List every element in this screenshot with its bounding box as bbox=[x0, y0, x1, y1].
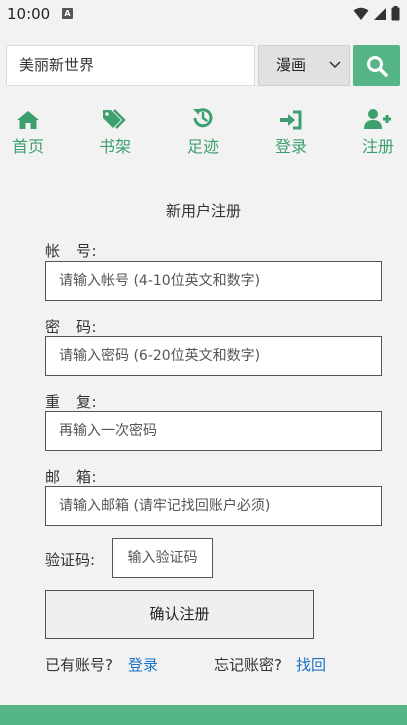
main-nav: 首页 书架 足迹 登录 注册 bbox=[0, 106, 407, 156]
tags-icon bbox=[103, 109, 126, 129]
account-label: 帐 号: bbox=[45, 242, 98, 260]
register-button[interactable]: 确认注册 bbox=[45, 590, 314, 639]
have-account-text: 已有账号? bbox=[45, 656, 113, 674]
repeat-password-label: 重 复: bbox=[45, 393, 98, 411]
search-button[interactable] bbox=[353, 45, 400, 86]
category-select-value: 漫画 bbox=[276, 56, 307, 74]
nav-item-bookshelf[interactable]: 书架 bbox=[90, 106, 140, 156]
category-select[interactable]: 漫画 bbox=[258, 45, 350, 86]
password-field[interactable]: 请输入密码 (6-20位英文和数字) bbox=[45, 336, 382, 376]
user-plus-icon bbox=[364, 109, 391, 129]
search-bar: 美丽新世界 漫画 bbox=[6, 45, 400, 86]
nav-item-home[interactable]: 首页 bbox=[3, 106, 53, 156]
repeat-password-field[interactable]: 再输入一次密码 bbox=[45, 411, 382, 451]
nav-label: 登录 bbox=[274, 137, 307, 156]
status-bar: 10:00 A bbox=[0, 0, 407, 28]
captcha-label: 验证码: bbox=[45, 551, 96, 569]
status-time: 10:00 bbox=[7, 5, 51, 23]
chevron-down-icon bbox=[329, 61, 341, 69]
account-field[interactable]: 请输入帐号 (4-10位英文和数字) bbox=[45, 261, 382, 301]
forgot-text: 忘记账密? bbox=[214, 656, 282, 674]
email-label: 邮 箱: bbox=[45, 468, 98, 486]
form-title: 新用户注册 bbox=[165, 202, 241, 220]
signal-icon bbox=[374, 7, 386, 20]
nav-item-register[interactable]: 注册 bbox=[353, 106, 403, 156]
sign-in-icon bbox=[280, 110, 302, 130]
login-link[interactable]: 登录 bbox=[128, 654, 158, 675]
nav-label: 注册 bbox=[361, 137, 394, 156]
password-label: 密 码: bbox=[45, 318, 98, 336]
nav-item-history[interactable]: 足迹 bbox=[178, 106, 228, 156]
search-input[interactable]: 美丽新世界 bbox=[6, 45, 255, 86]
history-icon bbox=[193, 108, 213, 128]
recover-link[interactable]: 找回 bbox=[296, 654, 326, 675]
captcha-field[interactable]: 输入验证码 bbox=[112, 538, 213, 578]
nav-label: 足迹 bbox=[186, 137, 219, 156]
footer-bar bbox=[0, 705, 407, 725]
battery-icon bbox=[391, 6, 400, 21]
home-icon bbox=[17, 111, 39, 129]
wifi-icon bbox=[353, 7, 369, 20]
system-icons bbox=[353, 6, 400, 21]
notification-badge: A bbox=[62, 8, 73, 19]
nav-label: 书架 bbox=[98, 137, 131, 156]
email-field[interactable]: 请输入邮箱 (请牢记找回账户必须) bbox=[45, 486, 382, 526]
nav-item-login[interactable]: 登录 bbox=[266, 106, 316, 156]
search-icon bbox=[366, 55, 388, 77]
nav-label: 首页 bbox=[11, 137, 44, 156]
